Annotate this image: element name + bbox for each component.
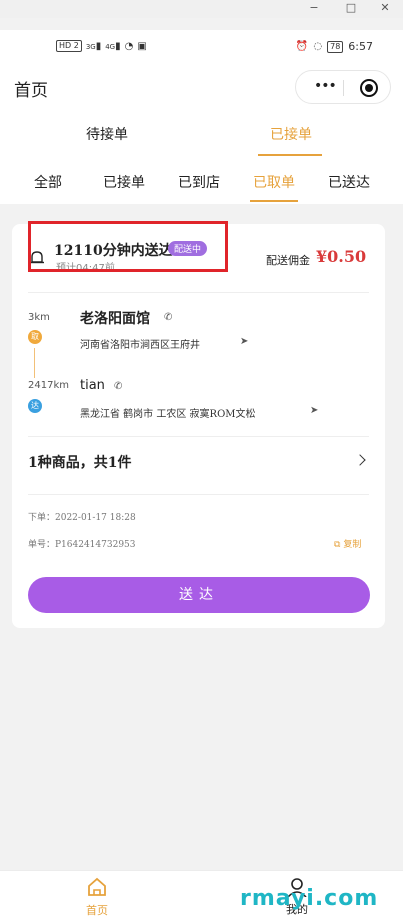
minimize-button[interactable]: − bbox=[297, 0, 331, 18]
miniprogram-capsule: ••• bbox=[295, 70, 391, 104]
commission-value: ¥0.50 bbox=[316, 247, 367, 266]
shop-address: 河南省洛阳市涧西区王府井 bbox=[80, 340, 200, 351]
copy-label: 复制 bbox=[343, 540, 362, 550]
pickup-distance: 3km bbox=[28, 312, 50, 323]
customer-address: 黑龙江省 鹤岗市 工农区 寂寞ROM文松 bbox=[80, 409, 256, 420]
tab-arrived[interactable]: 已到店 bbox=[178, 172, 220, 192]
alarm-icon: ⏰ bbox=[295, 41, 309, 52]
shop-name: 老洛阳面馆 bbox=[80, 311, 150, 327]
tab-all[interactable]: 全部 bbox=[34, 172, 62, 192]
navigate-icon[interactable]: ➤ bbox=[310, 405, 318, 416]
status-tabs: 全部 已接单 已到店 已取单 已送达 bbox=[0, 160, 403, 204]
window-titlebar: − □ ✕ bbox=[0, 0, 403, 18]
dropoff-distance: 2417km bbox=[28, 380, 69, 391]
navigate-icon[interactable]: ➤ bbox=[240, 336, 248, 347]
divider bbox=[28, 436, 369, 437]
home-icon bbox=[88, 877, 106, 896]
dropoff-marker: 达 bbox=[28, 399, 42, 413]
tab-indicator bbox=[258, 154, 322, 156]
goods-summary[interactable]: 1种商品，共1件 bbox=[28, 452, 131, 472]
divider bbox=[28, 292, 369, 293]
tab-status-accepted[interactable]: 已接单 bbox=[103, 172, 145, 192]
close-target-icon[interactable] bbox=[360, 79, 378, 97]
primary-tabs: 待接单 已接单 bbox=[0, 110, 403, 160]
hd-badge: HD 2 bbox=[56, 40, 82, 52]
close-button[interactable]: ✕ bbox=[368, 0, 402, 18]
pickup-marker: 取 bbox=[28, 330, 42, 344]
page-title: 首页 bbox=[14, 81, 48, 101]
tab-picked-up[interactable]: 已取单 bbox=[253, 172, 295, 192]
signal-4g-icon: 4G▮ bbox=[105, 40, 121, 52]
customer-name: tian bbox=[80, 378, 105, 393]
order-card[interactable]: 12110分钟内送达 配送中 预计04:47前 配送佣金 ¥0.50 3km 取… bbox=[12, 221, 385, 628]
phone-icon[interactable]: ✆ bbox=[114, 381, 122, 392]
order-number: 单号：P1642414732953 bbox=[28, 540, 136, 550]
tab-pending[interactable]: 待接单 bbox=[86, 124, 128, 144]
order-time: 下单：2022-01-17 18:28 bbox=[28, 513, 136, 523]
mute-icon: ◌ bbox=[313, 41, 323, 52]
commission-label: 配送佣金 bbox=[266, 254, 310, 267]
battery-icon: 78 bbox=[327, 40, 344, 53]
status-bar: HD 2 3G▮ 4G▮ ◔ ▣ ⏰ ◌ 78 6:57 bbox=[0, 30, 403, 64]
shield-icon: ▣ bbox=[137, 40, 147, 52]
app-header: 首页 ••• bbox=[0, 64, 403, 110]
tab-accepted[interactable]: 已接单 bbox=[270, 124, 312, 144]
tab-delivered[interactable]: 已送达 bbox=[328, 172, 370, 192]
status-tab-indicator bbox=[250, 200, 298, 202]
wifi-icon: ◔ bbox=[124, 40, 134, 52]
deliver-button[interactable]: 送达 bbox=[28, 577, 370, 613]
nav-home[interactable]: 首页 bbox=[82, 877, 112, 918]
chevron-right-icon[interactable] bbox=[354, 454, 366, 466]
signal-3g-icon: 3G▮ bbox=[85, 40, 102, 52]
copy-icon: ⧉ bbox=[334, 540, 341, 550]
nav-home-label: 首页 bbox=[86, 904, 108, 917]
restore-button[interactable]: □ bbox=[334, 0, 368, 18]
highlight-box bbox=[28, 221, 228, 272]
watermark: rmayi.com bbox=[240, 886, 379, 911]
route-line bbox=[34, 348, 35, 378]
phone-icon[interactable]: ✆ bbox=[164, 312, 172, 323]
divider bbox=[28, 494, 369, 495]
clock: 6:57 bbox=[348, 40, 373, 53]
capsule-divider bbox=[343, 80, 344, 96]
copy-button[interactable]: ⧉ 复制 bbox=[334, 537, 361, 550]
more-icon[interactable]: ••• bbox=[314, 78, 337, 94]
